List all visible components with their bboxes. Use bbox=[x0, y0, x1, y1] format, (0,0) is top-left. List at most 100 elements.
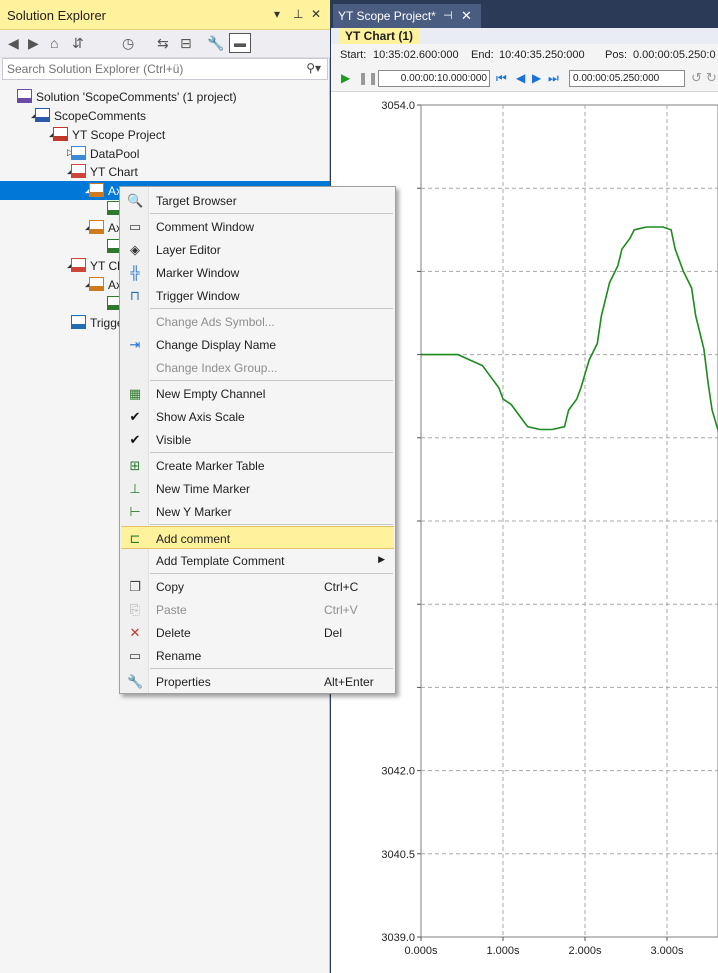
menu-item-shortcut: Ctrl+V bbox=[324, 603, 358, 617]
menu-item-label: Add Template Comment bbox=[156, 554, 285, 568]
menu-item-rename[interactable]: ▭ Rename bbox=[121, 644, 394, 667]
properties-icon: 🔧 bbox=[127, 674, 144, 689]
search-icon[interactable]: ⚲▾ bbox=[306, 61, 321, 75]
redo-icon[interactable]: ↻ bbox=[706, 70, 717, 86]
pin-icon[interactable]: ⊣ bbox=[443, 9, 453, 22]
pause-icon[interactable]: ❚❚ bbox=[358, 71, 378, 85]
menu-item-delete[interactable]: ✕ Delete Del bbox=[121, 621, 394, 644]
menu-item-copy[interactable]: ❐ Copy Ctrl+C bbox=[121, 575, 394, 598]
menu-item-properties[interactable]: 🔧 Properties Alt+Enter bbox=[121, 670, 394, 693]
axis-icon bbox=[89, 220, 104, 234]
paste-icon: ⎘ bbox=[129, 602, 141, 617]
menu-item-shortcut: Alt+Enter bbox=[324, 675, 374, 689]
end-value: 10:40:35.250:000 bbox=[499, 49, 585, 61]
delete-icon: ✕ bbox=[129, 625, 141, 640]
chart-tabstrip: YT Chart (1) bbox=[331, 28, 718, 44]
sync-icon[interactable]: ⇵ bbox=[72, 35, 84, 52]
tree-item-label: DataPool bbox=[90, 147, 140, 161]
menu-item-layer-editor[interactable]: ◈ Layer Editor bbox=[121, 238, 394, 261]
menu-item-create-marker-table[interactable]: ⊞ Create Marker Table bbox=[121, 454, 394, 477]
tree-item-label: ScopeComments bbox=[54, 109, 147, 123]
step-forward-icon[interactable]: ▶ bbox=[532, 71, 541, 85]
menu-item-change-display-name[interactable]: ⇥ Change Display Name bbox=[121, 333, 394, 356]
tree-item-label: YT Chart bbox=[90, 165, 138, 179]
rename-icon: ▭ bbox=[128, 648, 142, 663]
check-icon: ✔ bbox=[129, 432, 141, 447]
menu-item-new-empty-channel[interactable]: ▦ New Empty Channel bbox=[121, 382, 394, 405]
menu-item-shortcut: Del bbox=[324, 626, 343, 640]
skip-end-icon[interactable]: ⏭ bbox=[548, 71, 559, 86]
dropdown-icon[interactable]: ▾ bbox=[274, 7, 280, 21]
display-name-icon: ⇥ bbox=[129, 337, 141, 352]
document-tab[interactable]: YT Scope Project* ⊣ ✕ bbox=[333, 4, 481, 28]
menu-item-label: New Y Marker bbox=[156, 505, 232, 519]
axis-icon bbox=[89, 277, 104, 291]
pos-label: Pos: bbox=[605, 49, 628, 61]
skip-start-icon[interactable]: ⏮ bbox=[496, 71, 507, 86]
menu-item-show-axis-scale[interactable]: ✔ Show Axis Scale bbox=[121, 405, 394, 428]
tree-item[interactable]: ◢YT Chart bbox=[0, 162, 330, 181]
menu-item-label: Layer Editor bbox=[156, 243, 221, 257]
history-icon[interactable]: ◷ bbox=[122, 35, 134, 52]
check-icon: ✔ bbox=[129, 409, 141, 424]
comment-window-icon: ▭ bbox=[128, 219, 142, 234]
menu-separator bbox=[150, 573, 393, 574]
marker-window-icon: ╬ bbox=[130, 265, 140, 280]
start-value: 10:35:02.600:000 bbox=[373, 49, 459, 61]
menu-item-label: Properties bbox=[156, 675, 211, 689]
menu-item-shortcut: Ctrl+C bbox=[324, 580, 359, 594]
menu-item-label: Change Display Name bbox=[156, 338, 277, 352]
search-input[interactable] bbox=[7, 61, 297, 77]
close-icon[interactable]: ✕ bbox=[311, 7, 321, 21]
span-input[interactable]: 0.00:00:10.000:000 bbox=[378, 70, 490, 87]
menu-item-label: Rename bbox=[156, 649, 202, 663]
axis-icon bbox=[89, 183, 104, 197]
y-marker-icon: ⊢ bbox=[129, 504, 141, 519]
tree-item[interactable]: ◢YT Scope Project bbox=[0, 125, 330, 144]
solution-icon bbox=[17, 89, 32, 103]
close-icon[interactable]: ✕ bbox=[461, 8, 472, 24]
y-tick-label: 3039.0 bbox=[381, 932, 415, 944]
menu-separator bbox=[150, 452, 393, 453]
time-marker-icon: ⊥ bbox=[129, 481, 141, 496]
home-icon[interactable]: ⌂ bbox=[50, 35, 58, 51]
menu-separator bbox=[150, 524, 393, 525]
back-icon[interactable]: ◀ bbox=[8, 35, 19, 52]
datapool-icon bbox=[71, 146, 86, 160]
tree-item[interactable]: ◢ScopeComments bbox=[0, 106, 330, 125]
menu-item-add-template-comment[interactable]: Add Template Comment ▶ bbox=[121, 549, 394, 572]
forward-icon[interactable]: ▶ bbox=[28, 35, 39, 52]
menu-item-label: Comment Window bbox=[156, 220, 255, 234]
menu-item-label: Copy bbox=[156, 580, 185, 594]
menu-item-label: Change Index Group... bbox=[156, 361, 278, 375]
properties-icon[interactable]: 🔧 bbox=[207, 35, 224, 52]
marker-table-icon: ⊞ bbox=[129, 458, 141, 473]
menu-item-marker-window[interactable]: ╬ Marker Window bbox=[121, 261, 394, 284]
playback-toolbar: ▶ ❚❚ 0.00:00:10.000:000 ⏮ ◀ ▶ ⏭ 0.00:00:… bbox=[331, 66, 718, 92]
menu-item-label: New Time Marker bbox=[156, 482, 251, 496]
pin-icon[interactable]: ⊥ bbox=[293, 7, 303, 21]
menu-item-trigger-window[interactable]: ⊓ Trigger Window bbox=[121, 284, 394, 307]
menu-item-label: Visible bbox=[156, 433, 192, 447]
menu-item-target-browser[interactable]: 🔍 Target Browser bbox=[121, 189, 394, 212]
chart-tab[interactable]: YT Chart (1) bbox=[339, 28, 420, 44]
tree-item[interactable]: ▷DataPool bbox=[0, 144, 330, 163]
trigger-window-icon: ⊓ bbox=[129, 288, 141, 303]
preview-icon[interactable]: ▬ bbox=[229, 33, 251, 53]
solution-explorer-toolbar: ◀ ▶ ⌂ ⇵ ◷ ⇆ ⊟ 🔧 ▬ bbox=[0, 30, 330, 58]
menu-item-label: New Empty Channel bbox=[156, 387, 266, 401]
collapse-all-icon[interactable]: ⊟ bbox=[180, 35, 192, 52]
search-box: ⚲▾ bbox=[2, 58, 328, 80]
refresh-icon[interactable]: ⇆ bbox=[157, 35, 169, 52]
step-back-icon[interactable]: ◀ bbox=[516, 71, 525, 85]
menu-item-new-y-marker[interactable]: ⊢ New Y Marker bbox=[121, 500, 394, 523]
menu-item-visible[interactable]: ✔ Visible bbox=[121, 428, 394, 451]
menu-item-add-comment[interactable]: ⊏ Add comment bbox=[121, 526, 394, 549]
tree-item[interactable]: Solution 'ScopeComments' (1 project) bbox=[0, 87, 330, 106]
menu-item-new-time-marker[interactable]: ⊥ New Time Marker bbox=[121, 477, 394, 500]
add-comment-icon: ⊏ bbox=[129, 531, 141, 546]
undo-icon[interactable]: ↺ bbox=[691, 70, 702, 86]
play-icon[interactable]: ▶ bbox=[341, 71, 350, 85]
cursor-position-input[interactable]: 0.00:00:05.250:000 bbox=[569, 70, 685, 87]
menu-item-comment-window[interactable]: ▭ Comment Window bbox=[121, 215, 394, 238]
